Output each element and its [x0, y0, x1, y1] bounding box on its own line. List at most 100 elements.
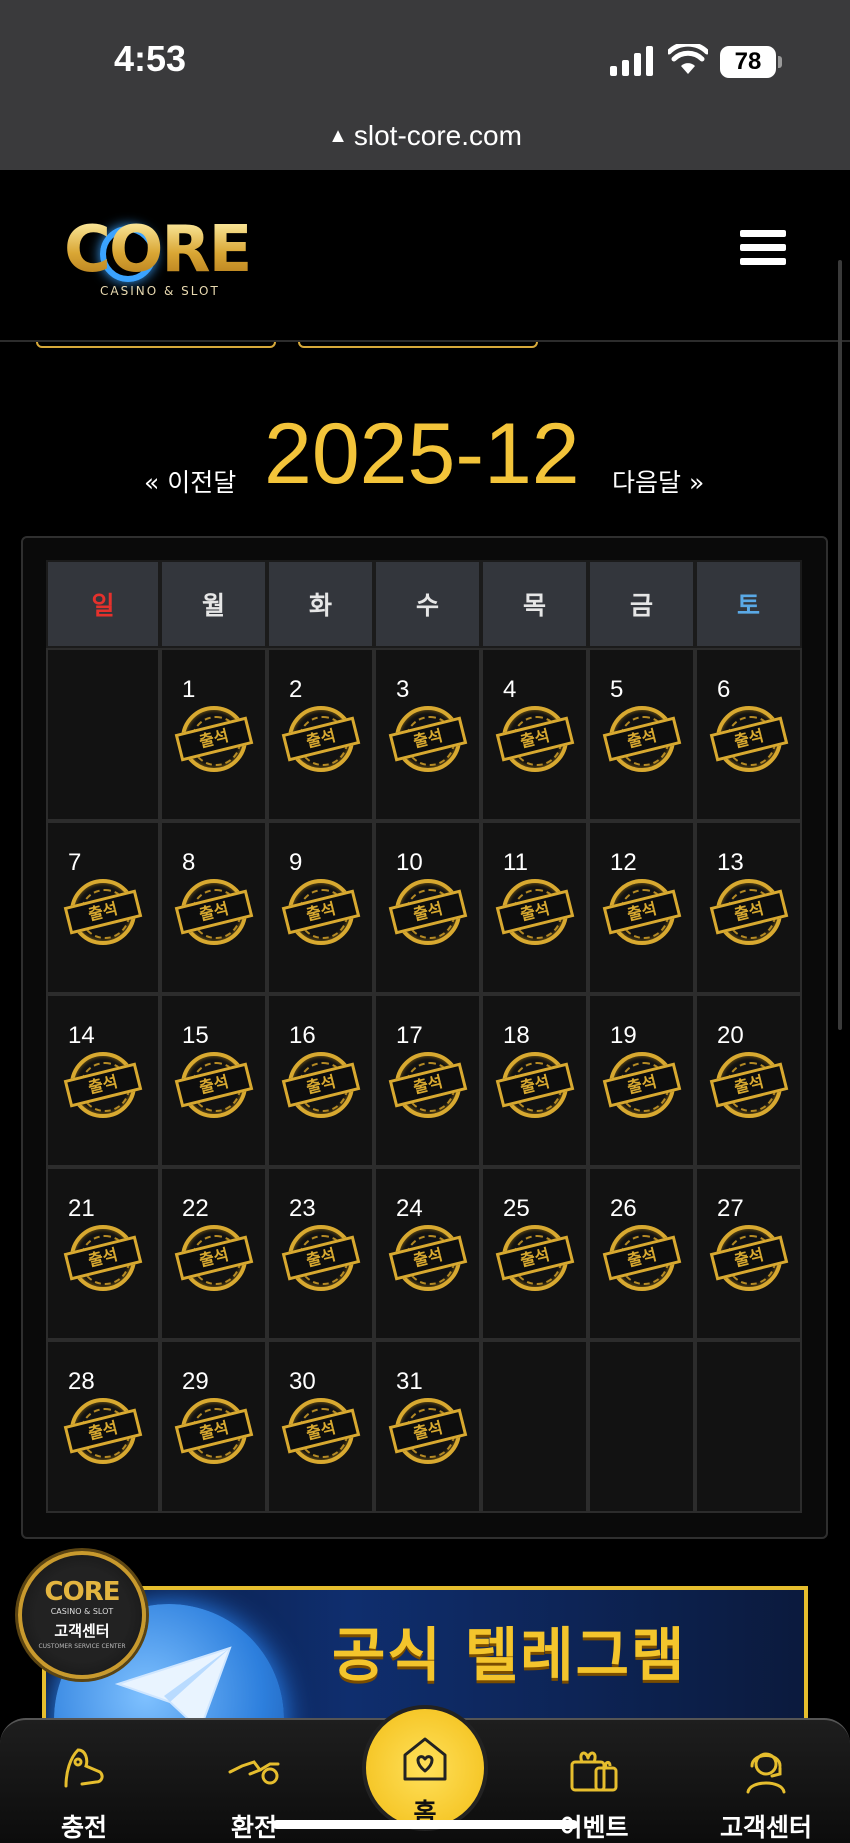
weekday-5: 금 [588, 560, 695, 648]
next-month-link[interactable]: 다음달 » [612, 463, 704, 499]
calendar-day-cell[interactable]: 18 출석 [481, 994, 588, 1167]
day-number: 2 [289, 676, 303, 703]
attendance-stamp-icon: 출석 [495, 1048, 575, 1122]
tab-peek-left[interactable] [36, 342, 276, 348]
day-number: 21 [68, 1195, 95, 1222]
calendar-day-cell[interactable]: 11 출석 [481, 821, 588, 994]
calendar-day-cell[interactable]: 6 출석 [695, 648, 802, 821]
calendar-day-cell[interactable]: 23 출석 [267, 1167, 374, 1340]
calendar-day-cell[interactable]: 4 출석 [481, 648, 588, 821]
cs-subtitle: CASINO & SLOT [50, 1607, 114, 1616]
day-number: 8 [182, 849, 196, 876]
attendance-stamp-icon: 출석 [63, 1048, 143, 1122]
calendar-day-cell[interactable]: 24 출석 [374, 1167, 481, 1340]
attendance-stamp-icon: 출석 [495, 875, 575, 949]
day-number: 9 [289, 849, 303, 876]
calendar-day-cell[interactable]: 2 출석 [267, 648, 374, 821]
attendance-stamp-icon: 출석 [174, 1221, 254, 1295]
calendar-day-cell[interactable]: 8 출석 [160, 821, 267, 994]
weekday-3: 수 [374, 560, 481, 648]
attendance-stamp-icon: 출석 [388, 875, 468, 949]
weekday-4: 목 [481, 560, 588, 648]
day-number: 27 [717, 1195, 744, 1222]
day-number: 5 [610, 676, 624, 703]
day-number: 10 [396, 849, 423, 876]
calendar-day-cell[interactable]: 12 출석 [588, 821, 695, 994]
attendance-stamp-icon: 출석 [174, 875, 254, 949]
calendar-day-cell[interactable]: 22 출석 [160, 1167, 267, 1340]
customer-service-badge[interactable]: CORE CASINO & SLOT 고객센터 CUSTOMER SERVICE… [18, 1551, 146, 1679]
calendar-day-cell[interactable]: 27 출석 [695, 1167, 802, 1340]
day-number: 11 [503, 849, 528, 876]
cs-label: 고객센터 [54, 1622, 110, 1640]
attendance-stamp-icon: 출석 [281, 1221, 361, 1295]
nav-home[interactable]: 홈 [362, 1705, 488, 1831]
day-number: 15 [182, 1022, 209, 1049]
paper-plane-icon [114, 1646, 232, 1726]
calendar-day-cell[interactable]: 10 출석 [374, 821, 481, 994]
calendar-day-cell[interactable]: 1 출석 [160, 648, 267, 821]
url-bar[interactable]: ▲ slot-core.com [0, 120, 850, 152]
attendance-stamp-icon: 출석 [388, 1048, 468, 1122]
core-logo[interactable]: CORE CASINO & SLOT [64, 218, 264, 298]
calendar-day-cell[interactable]: 25 출석 [481, 1167, 588, 1340]
calendar-day-cell[interactable]: 30 출석 [267, 1340, 374, 1513]
calendar-day-cell[interactable]: 28 출석 [46, 1340, 160, 1513]
nav-support[interactable]: 고객센터 [706, 1742, 826, 1843]
day-number: 25 [503, 1195, 530, 1222]
month-title: 2025-12 [264, 406, 580, 502]
calendar-day-cell[interactable]: 14 출석 [46, 994, 160, 1167]
calendar-day-cell[interactable]: 13 출석 [695, 821, 802, 994]
logo-subtitle: CASINO & SLOT [100, 284, 220, 298]
day-number: 20 [717, 1022, 744, 1049]
calendar-day-cell[interactable]: 9 출석 [267, 821, 374, 994]
day-number: 12 [610, 849, 637, 876]
calendar-day-cell[interactable]: 29 출석 [160, 1340, 267, 1513]
calendar-day-cell[interactable]: 20 출석 [695, 994, 802, 1167]
calendar-empty-cell [46, 648, 160, 821]
calendar-day-cell[interactable]: 31 출석 [374, 1340, 481, 1513]
cs-logo: CORE [44, 1577, 121, 1607]
scrollbar[interactable] [838, 260, 842, 1030]
day-number: 28 [68, 1368, 95, 1395]
calendar-day-cell[interactable]: 16 출석 [267, 994, 374, 1167]
hamburger-menu-icon[interactable] [740, 230, 786, 270]
calendar-day-cell[interactable]: 19 출석 [588, 994, 695, 1167]
logo-text: CORE [64, 213, 252, 287]
weekday-2: 화 [267, 560, 374, 648]
tab-peek-right[interactable] [298, 342, 538, 348]
nav-deposit[interactable]: 충전 [24, 1742, 144, 1843]
lock-icon: ▲ [328, 125, 348, 147]
attendance-stamp-icon: 출석 [388, 1221, 468, 1295]
nav-support-label: 고객센터 [719, 1813, 812, 1842]
day-number: 29 [182, 1368, 209, 1395]
day-number: 16 [289, 1022, 316, 1049]
calendar-day-cell[interactable]: 7 출석 [46, 821, 160, 994]
prev-month-link[interactable]: « 이전달 [144, 463, 236, 499]
calendar-day-cell[interactable]: 17 출석 [374, 994, 481, 1167]
attendance-stamp-icon: 출석 [281, 875, 361, 949]
attendance-stamp-icon: 출석 [174, 1394, 254, 1468]
attendance-stamp-icon: 출석 [174, 1048, 254, 1122]
status-time: 4:53 [114, 38, 187, 79]
attendance-stamp-icon: 출석 [602, 875, 682, 949]
calendar-week-row: 7 출석 8 출석 9 출석 10 출석 11 출석 12 출석 13 출석 [46, 821, 805, 994]
attendance-stamp-icon: 출석 [174, 702, 254, 776]
attendance-stamp-icon: 출석 [495, 702, 575, 776]
day-number: 22 [182, 1195, 209, 1222]
month-navigation: « 이전달 2025-12 다음달 » [0, 405, 850, 505]
calendar-day-cell[interactable]: 15 출석 [160, 994, 267, 1167]
calendar-day-cell[interactable]: 3 출석 [374, 648, 481, 821]
attendance-stamp-icon: 출석 [281, 1394, 361, 1468]
banner-title: 공식 텔레그램 [332, 1621, 687, 1689]
withdraw-icon [228, 1760, 280, 1785]
calendar-week-row: 14 출석 15 출석 16 출석 17 출석 18 출석 19 출석 20 출석 [46, 994, 805, 1167]
day-number: 31 [396, 1368, 423, 1395]
calendar-day-cell[interactable]: 21 출석 [46, 1167, 160, 1340]
calendar-day-cell[interactable]: 5 출석 [588, 648, 695, 821]
calendar-empty-cell [695, 1340, 802, 1513]
calendar-week-row: 21 출석 22 출석 23 출석 24 출석 25 출석 26 출석 27 출석 [46, 1167, 805, 1340]
attendance-stamp-icon: 출석 [63, 1221, 143, 1295]
calendar-day-cell[interactable]: 26 출석 [588, 1167, 695, 1340]
attendance-stamp-icon: 출석 [281, 702, 361, 776]
